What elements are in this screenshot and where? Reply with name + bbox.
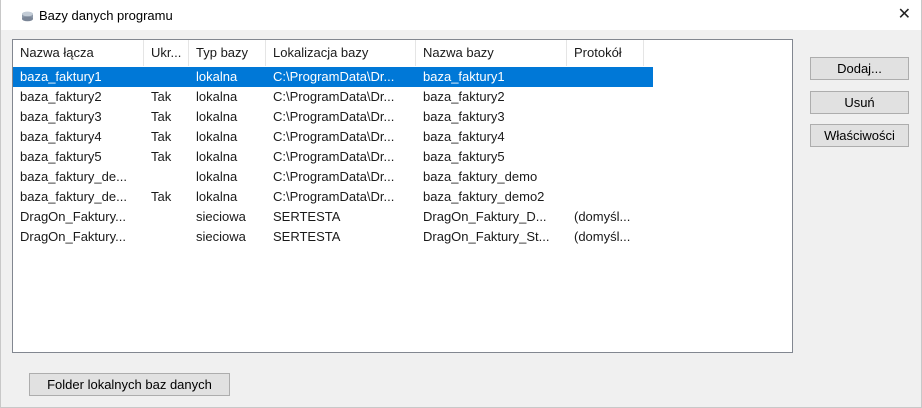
cell-location: C:\ProgramData\Dr... (273, 89, 395, 104)
cell-protocol (567, 147, 653, 167)
cell-db-type: lokalna (196, 189, 238, 204)
cell-link-name: baza_faktury4 (20, 129, 102, 144)
cell-link-name: DragOn_Faktury... (20, 229, 126, 244)
table-row[interactable]: DragOn_Faktury... sieciowa SERTESTA Drag… (13, 207, 653, 227)
cell-location: SERTESTA (273, 209, 341, 224)
cell-link-name: DragOn_Faktury... (20, 209, 126, 224)
cell-protocol (567, 87, 653, 107)
cell-protocol (567, 187, 653, 207)
list-header: Nazwa łącza Ukr... Typ bazy Lokalizacja … (13, 40, 792, 66)
table-row[interactable]: DragOn_Faktury... sieciowa SERTESTA Drag… (13, 227, 653, 247)
cell-db-name: baza_faktury_demo (423, 169, 538, 184)
cell-db-name: baza_faktury3 (423, 109, 505, 124)
cell-link-name: baza_faktury2 (20, 89, 102, 104)
table-row[interactable]: baza_faktury_de... lokalna C:\ProgramDat… (13, 167, 653, 187)
table-row[interactable]: baza_faktury4 Tak lokalna C:\ProgramData… (13, 127, 653, 147)
column-header-location[interactable]: Lokalizacja bazy (266, 40, 415, 66)
cell-location: C:\ProgramData\Dr... (273, 69, 395, 84)
local-db-folder-button[interactable]: Folder lokalnych baz danych (29, 373, 230, 396)
column-header-db-type[interactable]: Typ bazy (189, 40, 265, 66)
cell-db-type: lokalna (196, 89, 238, 104)
cell-hidden: Tak (151, 89, 172, 104)
cell-protocol (567, 67, 653, 87)
cell-db-type: sieciowa (196, 229, 246, 244)
cell-db-type: lokalna (196, 149, 238, 164)
table-row[interactable]: baza_faktury1 lokalna C:\ProgramData\Dr.… (13, 67, 653, 87)
cell-db-name: baza_faktury4 (423, 129, 505, 144)
cell-link-name: baza_faktury5 (20, 149, 102, 164)
cell-db-name: baza_faktury5 (423, 149, 505, 164)
close-icon: ✕ (897, 6, 911, 23)
cell-location: SERTESTA (273, 229, 341, 244)
title-bar: Bazy danych programu ✕ (1, 0, 921, 30)
cell-db-name: DragOn_Faktury_D... (423, 209, 547, 224)
cell-db-type: lokalna (196, 69, 238, 84)
remove-button[interactable]: Usuń (810, 91, 909, 114)
cell-db-name: baza_faktury_demo2 (423, 189, 545, 204)
cell-hidden: Tak (151, 129, 172, 144)
database-list[interactable]: Nazwa łącza Ukr... Typ bazy Lokalizacja … (12, 39, 793, 353)
column-header-db-name[interactable]: Nazwa bazy (416, 40, 566, 66)
table-row[interactable]: baza_faktury3 Tak lokalna C:\ProgramData… (13, 107, 653, 127)
properties-button[interactable]: Właściwości (810, 124, 909, 147)
cell-location: C:\ProgramData\Dr... (273, 189, 395, 204)
cell-db-type: sieciowa (196, 209, 246, 224)
table-row[interactable]: baza_faktury_de... Tak lokalna C:\Progra… (13, 187, 653, 207)
cell-location: C:\ProgramData\Dr... (273, 109, 395, 124)
cell-db-type: lokalna (196, 129, 238, 144)
cell-link-name: baza_faktury_de... (20, 169, 127, 184)
cell-hidden (144, 227, 188, 247)
cell-protocol (567, 107, 653, 127)
cell-location: C:\ProgramData\Dr... (273, 129, 395, 144)
cell-db-name: baza_faktury1 (423, 69, 505, 84)
window-title: Bazy danych programu (39, 8, 173, 23)
table-row[interactable]: baza_faktury5 Tak lokalna C:\ProgramData… (13, 147, 653, 167)
cell-protocol: (domyśl... (574, 209, 631, 224)
cell-db-type: lokalna (196, 169, 238, 184)
database-icon (22, 11, 33, 22)
cell-hidden: Tak (151, 149, 172, 164)
cell-location: C:\ProgramData\Dr... (273, 149, 395, 164)
column-divider[interactable] (643, 40, 644, 66)
cell-hidden: Tak (151, 109, 172, 124)
cell-link-name: baza_faktury1 (20, 69, 102, 84)
cell-protocol (567, 127, 653, 147)
cell-hidden (144, 207, 188, 227)
column-header-protocol[interactable]: Protokół (567, 40, 643, 66)
add-button[interactable]: Dodaj... (810, 57, 909, 80)
cell-location: C:\ProgramData\Dr... (273, 169, 395, 184)
column-header-link-name[interactable]: Nazwa łącza (13, 40, 143, 66)
cell-db-type: lokalna (196, 109, 238, 124)
column-header-hidden[interactable]: Ukr... (144, 40, 188, 66)
cell-link-name: baza_faktury_de... (20, 189, 127, 204)
close-button[interactable]: ✕ (875, 0, 921, 30)
cell-db-name: baza_faktury2 (423, 89, 505, 104)
cell-link-name: baza_faktury3 (20, 109, 102, 124)
cell-db-name: DragOn_Faktury_St... (423, 229, 550, 244)
cell-protocol (567, 167, 653, 187)
cell-hidden (144, 167, 188, 187)
dialog-window: Bazy danych programu ✕ Nazwa łącza Ukr..… (0, 0, 922, 408)
cell-protocol: (domyśl... (574, 229, 631, 244)
cell-hidden: Tak (151, 189, 172, 204)
table-row[interactable]: baza_faktury2 Tak lokalna C:\ProgramData… (13, 87, 653, 107)
cell-hidden (144, 67, 188, 87)
